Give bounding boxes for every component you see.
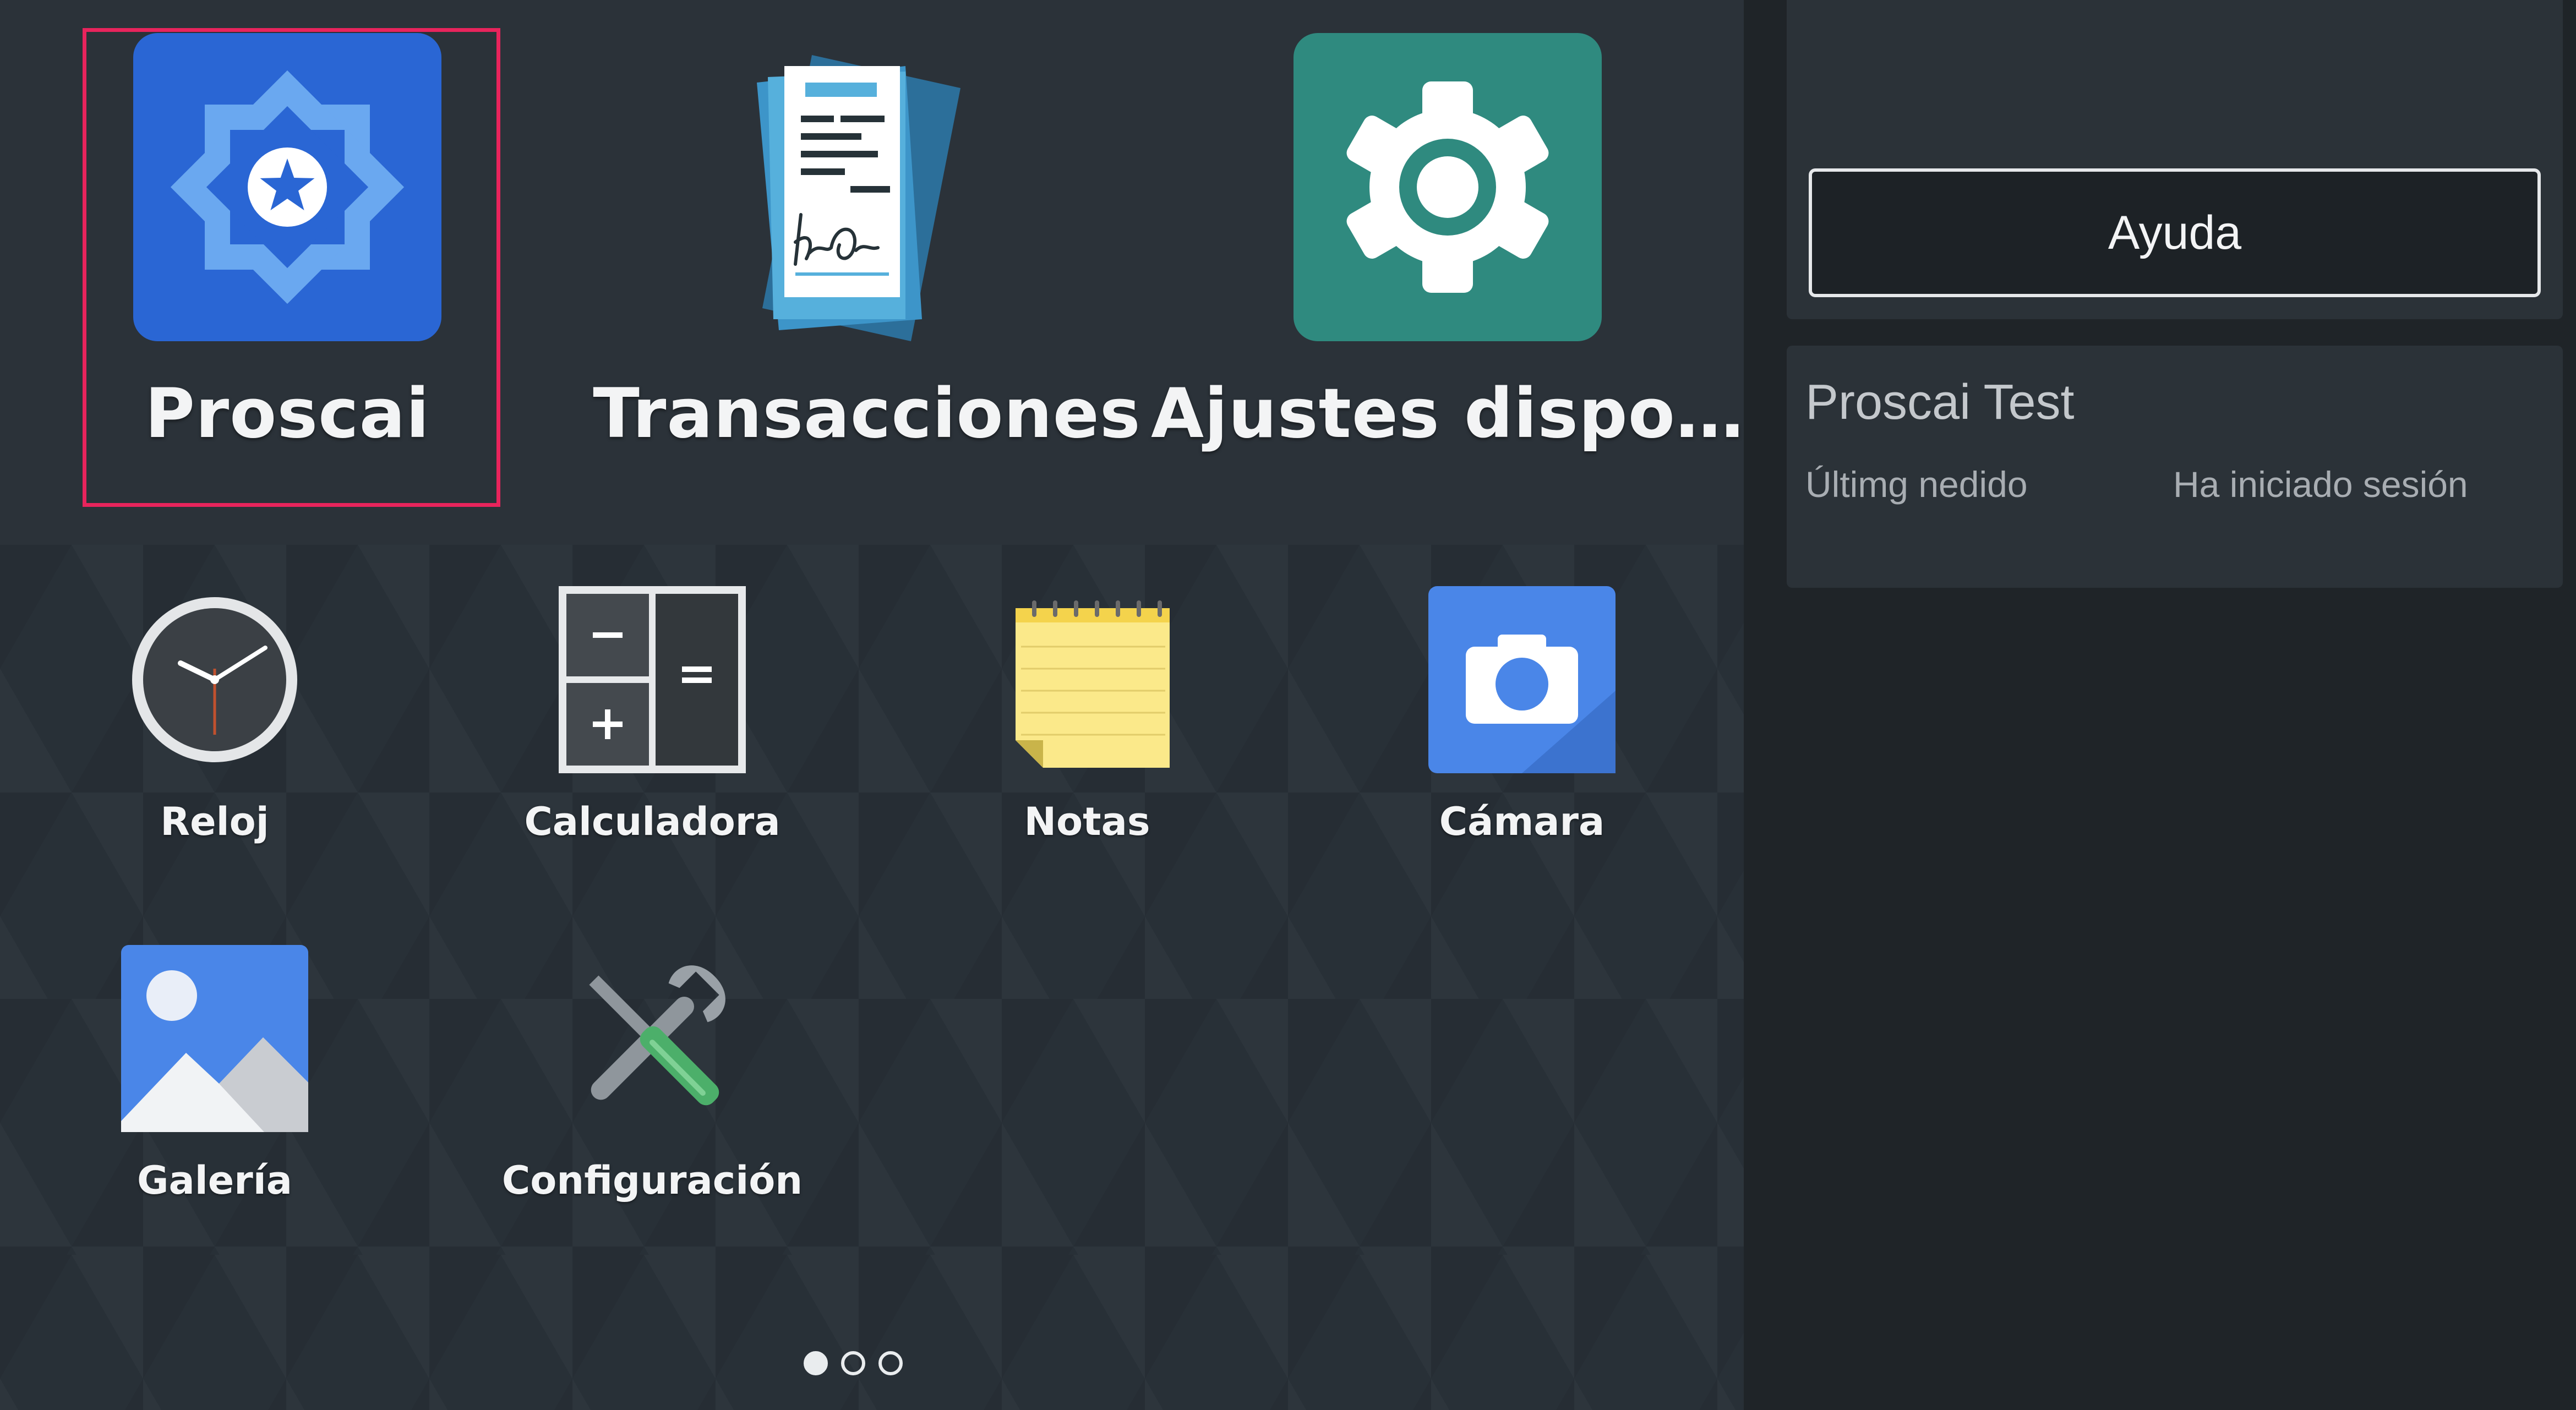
app-label: Configuración [501, 1158, 803, 1203]
session-status: Ha iniciado sesión [2173, 464, 2468, 505]
page-indicator [804, 1351, 903, 1375]
app-calculadora[interactable]: Calculadora [482, 583, 823, 881]
signed-documents-icon [713, 33, 1021, 341]
calculator-icon [556, 583, 749, 776]
app-launcher: Proscai Transacciones Ajustes dispo… Rel… [0, 0, 1744, 1410]
proscai-star-icon [133, 33, 441, 341]
gear-icon [1294, 33, 1602, 341]
app-label: Notas [1024, 799, 1150, 844]
camera-icon [1426, 583, 1618, 776]
app-galeria[interactable]: Galería [44, 942, 385, 1239]
app-label: Proscai [145, 374, 430, 453]
app-transacciones[interactable]: Transacciones [593, 33, 1140, 495]
last-order-label: Últimg nedido [1805, 464, 2028, 505]
device-screen: Proscai Transacciones Ajustes dispo… Rel… [0, 0, 2576, 1410]
app-label: Calculadora [524, 799, 781, 844]
app-proscai[interactable]: Proscai [40, 33, 535, 495]
app-ajustes-dispositivo[interactable]: Ajustes dispo… [1151, 33, 1744, 495]
side-panel: Ayuda Proscai Test Últimg nedido Ha inic… [1744, 0, 2576, 1410]
gallery-icon [118, 942, 311, 1135]
app-label: Galería [137, 1158, 292, 1203]
app-label: Cámara [1439, 799, 1605, 844]
app-reloj[interactable]: Reloj [44, 583, 385, 881]
page-dot[interactable] [841, 1351, 865, 1375]
notepad-icon [991, 583, 1183, 776]
background-pattern [0, 1255, 1744, 1410]
account-name: Proscai Test [1805, 375, 2075, 430]
page-dot[interactable] [878, 1351, 903, 1375]
clock-icon [118, 583, 311, 776]
page-dot[interactable] [804, 1351, 828, 1375]
app-label: Ajustes dispo… [1151, 374, 1744, 453]
app-configuracion[interactable]: Configuración [482, 942, 823, 1239]
app-label: Reloj [160, 799, 269, 844]
help-button[interactable]: Ayuda [1809, 168, 2541, 297]
app-camara[interactable]: Cámara [1351, 583, 1693, 881]
app-label: Transacciones [593, 374, 1141, 453]
app-notas[interactable]: Notas [916, 583, 1258, 881]
wrench-screwdriver-icon [556, 942, 749, 1135]
